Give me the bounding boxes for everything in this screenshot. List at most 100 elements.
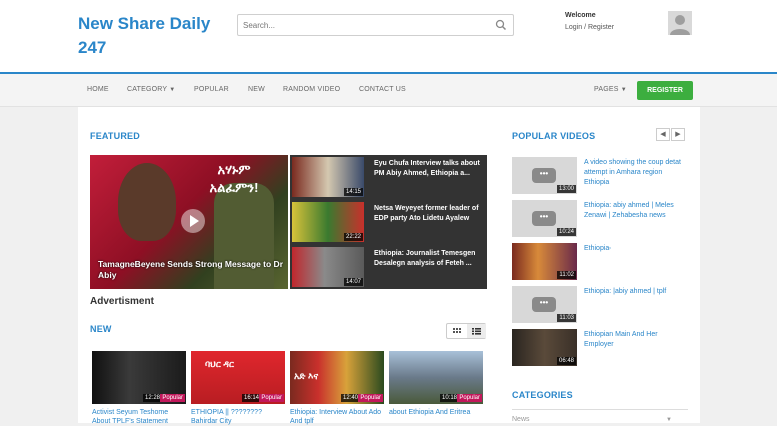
popular-badge: Popular <box>457 394 482 402</box>
video-title-link[interactable]: Ethiopia: |abiy ahmed | tplf <box>584 287 688 297</box>
list-view-button[interactable] <box>467 324 486 338</box>
duration-label: 06:48 <box>556 357 576 365</box>
sidebar: POPULAR VIDEOS ◀ ▶ ••• 13:00 A video sho… <box>512 107 688 423</box>
featured-main-caption[interactable]: TamagneBeyene Sends Strong Message to Dr… <box>98 259 288 281</box>
caret-down-icon: ▼ <box>620 87 627 93</box>
site-header: New Share Daily 247 Welcome Login / Regi… <box>0 0 777 74</box>
welcome-label: Welcome <box>565 12 596 19</box>
popular-video-item[interactable]: ••• 11:03 Ethiopia: |abiy ahmed | tplf <box>512 286 688 324</box>
featured-item-title[interactable]: Ethiopia: Journalist Temesgen Desalegn a… <box>374 249 484 269</box>
video-thumbnail[interactable]: ••• 11:03 <box>512 286 577 323</box>
main-nav: HOME CATEGORY ▼ POPULAR NEW RANDOM VIDEO… <box>0 74 777 107</box>
category-select[interactable]: News ▼ <box>512 409 688 423</box>
caret-down-icon: ▼ <box>666 417 672 423</box>
next-arrow-icon[interactable]: ▶ <box>671 128 685 141</box>
video-title-link[interactable]: A video showing the coup detat attempt i… <box>584 158 688 188</box>
video-thumbnail[interactable]: ••• 13:00 <box>512 157 577 194</box>
categories-title: CATEGORIES <box>512 390 573 400</box>
popular-badge: Popular <box>358 394 383 402</box>
duration-label: 12:40 <box>340 394 360 402</box>
avatar-icon[interactable] <box>668 11 692 35</box>
video-thumbnail[interactable]: ••• 10:24 <box>512 200 577 237</box>
new-video-card[interactable]: 10:18 Popular about Ethiopia And Eritrea <box>389 351 483 426</box>
new-video-card[interactable]: አድ እና 12:40 Popular Ethiopia: Interview … <box>290 351 384 426</box>
video-title-link[interactable]: about Ethiopia And Eritrea <box>389 408 483 426</box>
nav-category[interactable]: CATEGORY ▼ <box>127 86 175 93</box>
duration-label: 10:24 <box>556 228 576 236</box>
duration-label: 11:03 <box>557 314 576 322</box>
video-thumbnail[interactable]: 10:18 Popular <box>389 351 483 404</box>
video-thumbnail[interactable]: ባህር ዳር 16:14 Popular <box>191 351 285 404</box>
popular-video-item[interactable]: 06:48 Ethiopian Main And Her Employer <box>512 329 688 367</box>
popular-video-item[interactable]: ••• 10:24 Ethiopia: abiy ahmed | Meles Z… <box>512 200 688 238</box>
video-thumbnail[interactable]: 11:02 <box>512 243 577 280</box>
site-logo[interactable]: New Share Daily 247 <box>78 12 228 60</box>
featured-list-item[interactable]: 22:22 Netsa Weyeyet former leader of EDP… <box>290 200 487 244</box>
thumbnail-text: አሃኑም አልፈምን! <box>209 162 259 195</box>
video-thumbnail[interactable]: አድ እና 12:40 Popular <box>290 351 384 404</box>
video-placeholder-icon: ••• <box>532 297 556 312</box>
grid-icon <box>453 328 461 333</box>
nav-pages-label: PAGES <box>594 86 619 93</box>
featured-title: FEATURED <box>90 131 140 141</box>
main-content: FEATURED አሃኑም አልፈምን! TamagneBeyene Sends… <box>78 107 700 426</box>
video-title-link[interactable]: Ethiopia፡ <box>584 244 688 254</box>
nav-pages[interactable]: PAGES ▼ <box>594 86 627 93</box>
search-input[interactable] <box>238 15 478 36</box>
duration-label: 11:02 <box>557 271 576 279</box>
video-thumbnail[interactable]: 14:15 <box>292 157 364 197</box>
video-thumbnail[interactable]: 12:28 Popular <box>92 351 186 404</box>
search-box <box>237 14 514 36</box>
video-title-link[interactable]: Ethiopia: Interview About Ado And tplf <box>290 408 384 426</box>
popular-videos-title: POPULAR VIDEOS <box>512 131 596 141</box>
video-placeholder-icon: ••• <box>532 211 556 226</box>
popular-badge: Popular <box>160 394 185 402</box>
featured-main-video[interactable]: አሃኑም አልፈምን! TamagneBeyene Sends Strong M… <box>90 155 288 289</box>
popular-video-item[interactable]: ••• 13:00 A video showing the coup detat… <box>512 157 688 195</box>
featured-list-item[interactable]: 14:15 Eyu Chufa Interview talks about PM… <box>290 155 487 199</box>
video-thumbnail[interactable]: 06:48 <box>512 329 577 366</box>
new-section-title: NEW <box>90 324 112 334</box>
duration-label: 12:28 <box>142 394 162 402</box>
duration-label: 16:14 <box>241 394 261 402</box>
nav-popular[interactable]: POPULAR <box>194 86 229 93</box>
video-thumbnail[interactable]: 14:07 <box>292 247 364 287</box>
popular-video-item[interactable]: 11:02 Ethiopia፡ <box>512 243 688 281</box>
caret-down-icon: ▼ <box>169 87 176 93</box>
video-placeholder-icon: ••• <box>532 168 556 183</box>
new-video-card[interactable]: 12:28 Popular Activist Seyum Teshome Abo… <box>92 351 186 426</box>
thumbnail-text: ባህር ዳር <box>205 359 234 369</box>
thumbnail-text: አድ እና <box>294 371 319 381</box>
featured-item-title[interactable]: Eyu Chufa Interview talks about PM Abiy … <box>374 159 484 179</box>
grid-view-button[interactable] <box>447 324 466 338</box>
nav-new[interactable]: NEW <box>248 86 265 93</box>
nav-random-video[interactable]: RANDOM VIDEO <box>283 86 340 93</box>
login-register-link[interactable]: Login / Register <box>565 24 614 31</box>
duration-label: 22:22 <box>343 233 363 241</box>
new-video-card[interactable]: ባህር ዳር 16:14 Popular ETHIOPIA || ???????… <box>191 351 285 426</box>
advertisement-label: Advertisment <box>90 296 154 307</box>
play-icon[interactable] <box>181 209 205 233</box>
video-thumbnail[interactable]: 22:22 <box>292 202 364 242</box>
nav-contact-us[interactable]: CONTACT US <box>359 86 406 93</box>
search-icon[interactable] <box>495 19 507 31</box>
duration-label: 14:07 <box>343 278 363 286</box>
category-select-value: News <box>512 416 530 423</box>
prev-arrow-icon[interactable]: ◀ <box>656 128 670 141</box>
featured-list-item[interactable]: 14:07 Ethiopia: Journalist Temesgen Desa… <box>290 245 487 289</box>
featured-list: 14:15 Eyu Chufa Interview talks about PM… <box>290 155 487 289</box>
featured-item-title[interactable]: Netsa Weyeyet former leader of EDP party… <box>374 204 484 224</box>
thumbnail-person <box>118 163 176 241</box>
video-title-link[interactable]: Activist Seyum Teshome About TPLF's Stat… <box>92 408 186 426</box>
duration-label: 14:15 <box>343 188 363 196</box>
register-button[interactable]: REGISTER <box>637 81 693 100</box>
video-title-link[interactable]: Ethiopia: abiy ahmed | Meles Zenawi | Ze… <box>584 201 688 221</box>
duration-label: 13:00 <box>556 185 576 193</box>
list-icon <box>472 328 481 335</box>
nav-home[interactable]: HOME <box>87 86 109 93</box>
nav-category-label: CATEGORY <box>127 86 168 93</box>
view-toggle <box>446 323 486 339</box>
video-title-link[interactable]: Ethiopian Main And Her Employer <box>584 330 688 350</box>
video-title-link[interactable]: ETHIOPIA || ???????? Bahirdar City <box>191 408 285 426</box>
popular-badge: Popular <box>259 394 284 402</box>
